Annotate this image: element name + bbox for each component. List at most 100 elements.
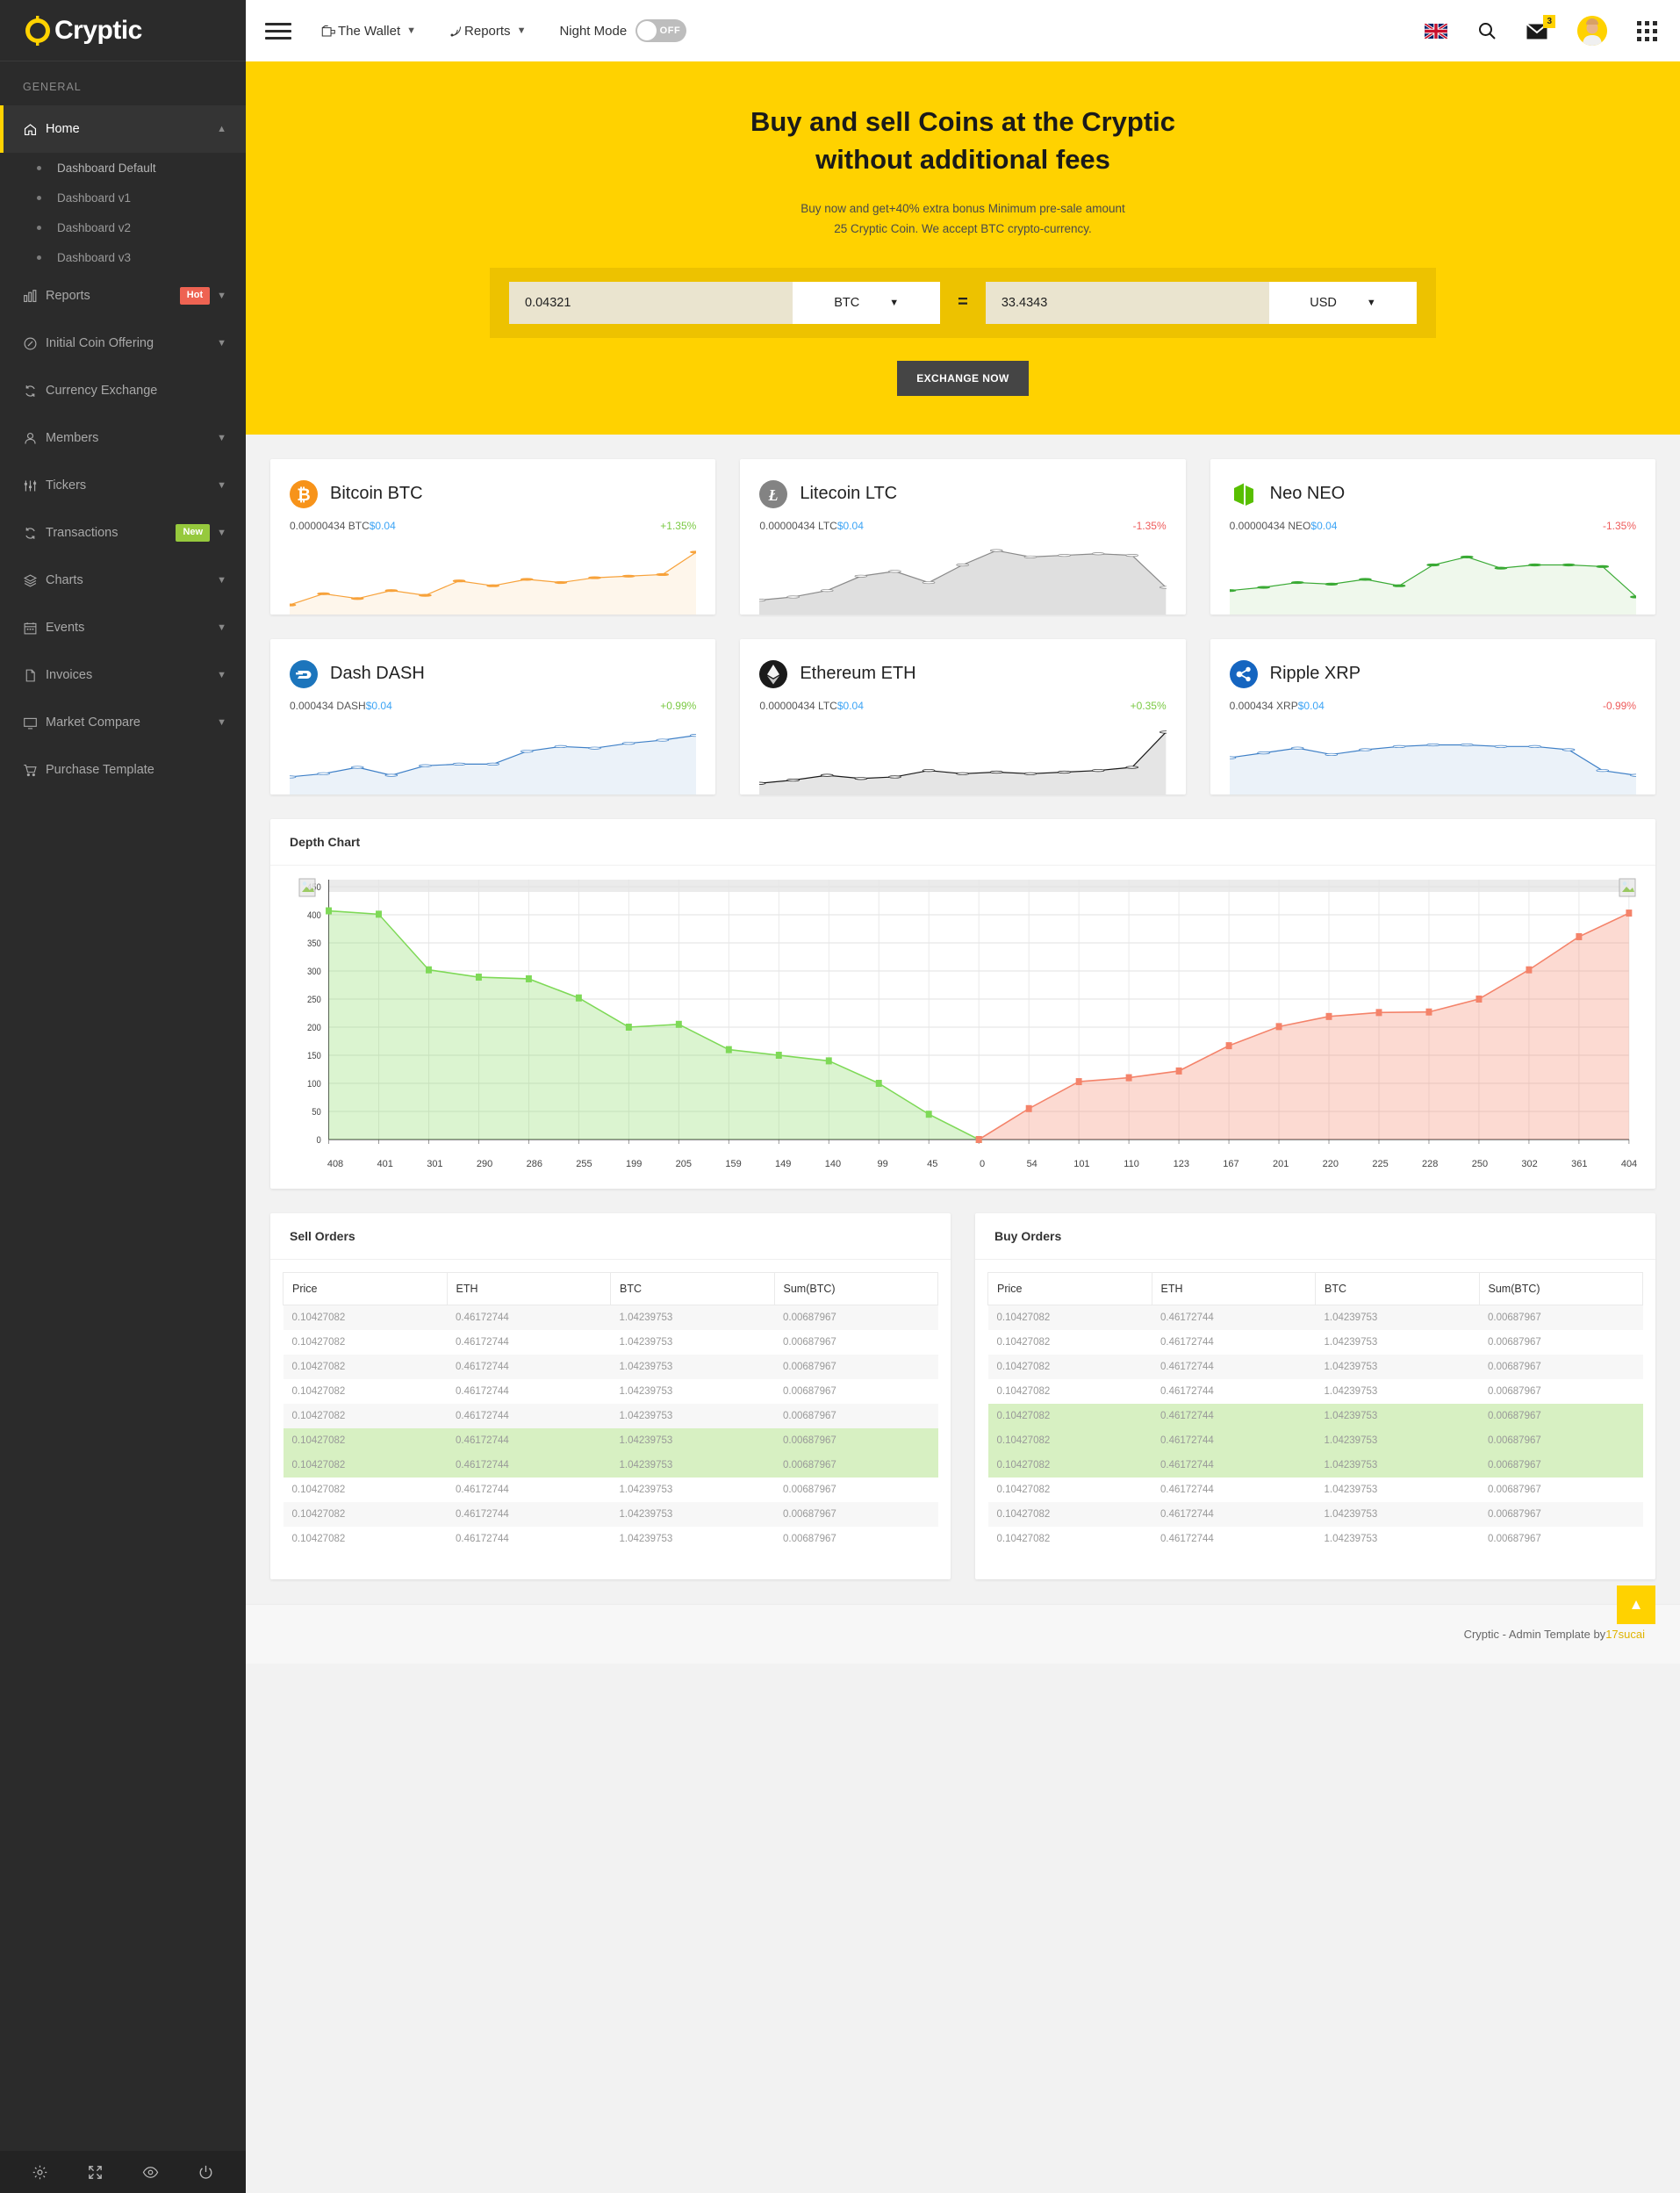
coin-stats-row: 0.00000434 LTC $0.04 -1.35% — [759, 520, 1166, 532]
exchange-currency-from-select[interactable]: BTC ▼ — [793, 281, 941, 324]
table-column-header: Sum(BTC) — [773, 1271, 938, 1305]
toggle-state-label: OFF — [659, 25, 681, 36]
table-cell: 0.00687967 — [1479, 1427, 1643, 1453]
sidebar-item-members[interactable]: Members ▼ — [0, 414, 246, 462]
sidebar-item-label: Tickers — [46, 478, 87, 493]
sidebar-item-reports[interactable]: Reports Hot ▼ — [0, 272, 246, 320]
sidebar-item-label: Charts — [46, 573, 83, 587]
table-row[interactable]: 0.10427082 0.46172744 1.04239753 0.00687967 — [988, 1379, 1643, 1404]
coin-card-header: Neo NEO — [1230, 480, 1636, 508]
power-icon[interactable] — [197, 2164, 214, 2181]
apps-grid-icon[interactable] — [1637, 20, 1657, 41]
topnav-reports[interactable]: Reports ▼ — [449, 24, 526, 39]
sidebar-item-charts[interactable]: Charts ▼ — [0, 557, 246, 604]
table-row[interactable]: 0.10427082 0.46172744 1.04239753 0.00687967 — [987, 1452, 1643, 1478]
neo-icon — [1230, 480, 1258, 508]
night-mode-toggle[interactable]: OFF — [635, 19, 687, 42]
scroll-to-top-button[interactable]: ▲ — [1617, 1585, 1655, 1624]
table-cell: 1.04239753 — [619, 1385, 673, 1397]
exchange-currency-to-select[interactable]: USD ▼ — [1269, 281, 1417, 324]
table-row[interactable]: 0.10427082 0.46172744 1.04239753 0.00687967 — [987, 1427, 1643, 1453]
coin-change-percent: -1.35% — [1132, 519, 1167, 532]
table-row[interactable]: 0.10427082 0.46172744 1.04239753 0.00687967 — [284, 1478, 938, 1502]
table-row[interactable]: 0.10427082 0.46172744 1.04239753 0.00687967 — [987, 1354, 1643, 1379]
coin-card[interactable]: ₿ Bitcoin BTC 0.00000434 BTC $0.04 +1.35… — [270, 458, 716, 615]
sidebar-item-currency-exchange[interactable]: Currency Exchange — [0, 367, 246, 414]
mail-icon[interactable]: 3 — [1526, 14, 1555, 40]
table-row[interactable]: 0.10427082 0.46172744 1.04239753 0.00687967 — [283, 1501, 938, 1527]
table-cell: 0.46172744 — [1152, 1501, 1316, 1527]
x-axis-tick-label: 401 — [377, 1158, 393, 1169]
sidebar-item-market-compare[interactable]: Market Compare ▼ — [0, 699, 246, 746]
coin-name: Dash DASH — [330, 664, 425, 684]
table-row[interactable]: 0.10427082 0.46172744 1.04239753 0.00687967 — [987, 1501, 1643, 1527]
search-icon[interactable] — [1477, 21, 1497, 40]
flag-uk-icon[interactable] — [1425, 23, 1447, 39]
chevron-down-icon: ▼ — [889, 297, 900, 308]
table-row[interactable]: 0.10427082 0.46172744 1.04239753 0.00687967 — [284, 1379, 938, 1404]
footer-link[interactable]: 17sucai — [1605, 1628, 1645, 1641]
sidebar-item-home[interactable]: Home ▲ — [0, 105, 246, 153]
hamburger-menu-icon[interactable] — [265, 18, 291, 44]
x-axis-tick-label: 220 — [1322, 1158, 1339, 1169]
coin-card[interactable]: Ethereum ETH 0.00000434 LTC $0.04 +0.35% — [740, 638, 1186, 795]
table-cell: 0.00687967 — [783, 1336, 836, 1348]
sidebar-subitem-dashboard-v3[interactable]: Dashboard v3 — [0, 242, 246, 272]
brand-logo[interactable]: Cryptic — [0, 0, 246, 61]
sidebar-item-initial-coin-offering[interactable]: Initial Coin Offering ▼ — [0, 320, 246, 367]
table-cell: 0.10427082 — [283, 1501, 447, 1527]
table-row[interactable]: 0.10427082 0.46172744 1.04239753 0.00687967 — [283, 1427, 938, 1453]
x-axis-tick-label: 101 — [1073, 1158, 1090, 1169]
sidebar-item-purchase-template[interactable]: Purchase Template — [0, 746, 246, 794]
table-cell: 0.10427082 — [291, 1484, 346, 1495]
depth-chart-plot[interactable]: 050100150200250300350400450 — [286, 878, 1640, 1159]
table-row[interactable]: 0.10427082 0.46172744 1.04239753 0.00687967 — [283, 1452, 938, 1478]
coin-usd-value: $0.04 — [1297, 699, 1325, 712]
sidebar-subitem-dashboard-default[interactable]: Dashboard Default — [0, 153, 246, 183]
coin-card[interactable]: Ł Litecoin LTC 0.00000434 LTC $0.04 -1.3… — [740, 458, 1186, 615]
table-row[interactable]: 0.10427082 0.46172744 1.04239753 0.00687967 — [987, 1305, 1643, 1330]
sidebar-subitem-dashboard-v2[interactable]: Dashboard v2 — [0, 212, 246, 242]
cryptic-coin-icon — [23, 15, 53, 46]
expand-icon[interactable] — [87, 2164, 104, 2181]
table-cell: 0.10427082 — [996, 1336, 1051, 1348]
table-row[interactable]: 0.10427082 0.46172744 1.04239753 0.00687967 — [283, 1354, 938, 1379]
eye-icon[interactable] — [142, 2164, 159, 2181]
coin-sparkline — [1229, 723, 1636, 795]
svg-text:₿: ₿ — [297, 486, 310, 505]
chevron-down-icon: ▼ — [217, 717, 226, 728]
table-cell: 0.46172744 — [1152, 1452, 1316, 1478]
exchange-now-button[interactable]: EXCHANGE NOW — [897, 360, 1029, 396]
gear-icon[interactable] — [32, 2164, 48, 2181]
chart-download-icon-left[interactable] — [298, 878, 318, 897]
table-row[interactable]: 0.10427082 0.46172744 1.04239753 0.00687967 — [988, 1478, 1643, 1502]
chart-download-icon-right[interactable] — [1619, 878, 1638, 897]
table-row[interactable]: 0.10427082 0.46172744 1.04239753 0.00687967 — [284, 1330, 938, 1355]
sidebar-subitem-dashboard-v1[interactable]: Dashboard v1 — [0, 183, 246, 212]
table-cell: 0.46172744 — [1160, 1484, 1214, 1495]
sidebar-item-tickers[interactable]: Tickers ▼ — [0, 462, 246, 509]
coin-sparkline — [290, 543, 697, 615]
table-cell: 0.00687967 — [783, 1484, 836, 1495]
coin-card[interactable]: Ripple XRP 0.000434 XRP $0.04 -0.99% — [1210, 638, 1655, 795]
sidebar-item-transactions[interactable]: Transactions New ▼ — [0, 509, 246, 557]
coin-card-header: Dash DASH — [290, 659, 696, 688]
avatar[interactable] — [1577, 16, 1607, 46]
topnav-the-wallet[interactable]: The Wallet ▼ — [321, 24, 416, 39]
sidebar-item-events[interactable]: Events ▼ — [0, 604, 246, 651]
depth-chart-card: Depth Chart 050100150200250300350400450 … — [270, 818, 1655, 1189]
exchange-amount-to-input[interactable] — [985, 281, 1269, 324]
table-row[interactable]: 0.10427082 0.46172744 1.04239753 0.00687967 — [987, 1403, 1643, 1428]
coin-card[interactable]: Dash DASH 0.000434 DASH $0.04 +0.99% — [270, 638, 716, 795]
table-row[interactable]: 0.10427082 0.46172744 1.04239753 0.00687967 — [988, 1527, 1643, 1551]
table-cell: 0.00687967 — [774, 1403, 938, 1428]
hero-subtitle: Buy now and get+40% extra bonus Minimum … — [246, 198, 1680, 240]
table-row[interactable]: 0.10427082 0.46172744 1.04239753 0.00687967 — [284, 1527, 938, 1551]
sidebar-item-invoices[interactable]: Invoices ▼ — [0, 651, 246, 699]
table-row[interactable]: 0.10427082 0.46172744 1.04239753 0.00687967 — [283, 1403, 938, 1428]
table-row[interactable]: 0.10427082 0.46172744 1.04239753 0.00687967 — [283, 1305, 938, 1330]
exchange-amount-from-input[interactable] — [509, 281, 793, 324]
coin-card[interactable]: Neo NEO 0.00000434 NEO $0.04 -1.35% — [1210, 458, 1655, 615]
table-row[interactable]: 0.10427082 0.46172744 1.04239753 0.00687967 — [988, 1330, 1643, 1355]
table-column-header: Sum(BTC) — [1478, 1271, 1643, 1305]
